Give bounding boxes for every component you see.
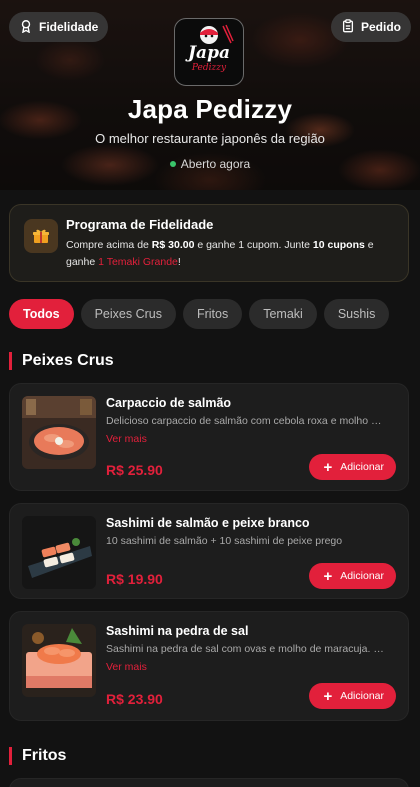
plus-icon: + <box>323 687 333 705</box>
section-title-peixes-crus: Peixes Crus <box>9 352 114 370</box>
menu-item-image <box>22 624 96 697</box>
tab-temaki[interactable]: Temaki <box>249 299 317 329</box>
add-to-cart-button[interactable]: + Adicionar <box>309 563 396 589</box>
open-status-label: Aberto agora <box>180 157 251 171</box>
open-status: Aberto agora <box>0 157 420 171</box>
order-button-label: Pedido <box>360 20 401 34</box>
add-to-cart-button[interactable]: + Adicionar <box>309 683 396 709</box>
add-button-label: Adicionar <box>340 690 384 702</box>
loyalty-coupons: 10 cupons <box>312 239 365 251</box>
menu-item-name: Sashimi de salmão e peixe branco <box>106 516 310 530</box>
add-button-label: Adicionar <box>340 461 384 473</box>
loyalty-reward: 1 Temaki Grande <box>98 256 178 268</box>
logo-text: Japa <box>188 43 230 63</box>
menu-item-name: Carpaccio de salmão <box>106 396 232 410</box>
loyalty-button-label: Fidelidade <box>39 20 99 34</box>
loyalty-description: Compre acima de R$ 30.00 e ganhe 1 cupom… <box>66 237 396 271</box>
category-tabs: Todos Peixes Crus Fritos Temaki Sushis <box>9 299 390 329</box>
loyalty-title: Programa de Fidelidade <box>66 217 214 232</box>
menu-item-card[interactable]: Sashimi de salmão e peixe branco 10 sash… <box>9 503 409 599</box>
see-more-link[interactable]: Ver mais <box>106 661 147 673</box>
tab-sushis[interactable]: Sushis <box>323 299 390 329</box>
plus-icon: + <box>323 458 333 476</box>
menu-item-image <box>22 516 96 589</box>
menu-item-card[interactable]: Sashimi na pedra de sal Sashimi na pedra… <box>9 611 409 721</box>
section-title-fritos: Fritos <box>9 747 66 765</box>
clipboard-icon <box>341 18 355 36</box>
add-to-cart-button[interactable]: + Adicionar <box>309 454 396 480</box>
award-icon <box>19 19 33 36</box>
see-more-link[interactable]: Ver mais <box>106 433 147 445</box>
order-button[interactable]: Pedido <box>330 12 411 42</box>
logo-subtext: Pedizzy <box>191 63 227 73</box>
menu-item-description: 10 sashimi de salmão + 10 sashimi de pei… <box>106 535 343 547</box>
loyalty-text-part: e ganhe 1 cupom. Junte <box>194 239 313 251</box>
status-dot-icon <box>169 160 176 167</box>
gift-icon <box>24 219 58 253</box>
menu-item-image <box>22 396 96 469</box>
loyalty-amount: R$ 30.00 <box>151 239 195 251</box>
loyalty-text-part: Compre acima de <box>66 239 152 251</box>
menu-item-description: Delicioso carpaccio de salmão com cebola… <box>106 415 386 427</box>
menu-item-price: R$ 25.90 <box>106 462 163 478</box>
tab-peixes-crus[interactable]: Peixes Crus <box>80 299 176 329</box>
menu-item-description: Sashimi na pedra de sal com ovas e molho… <box>106 643 386 655</box>
menu-item-name: Sashimi na pedra de sal <box>106 624 249 638</box>
menu-item-price: R$ 23.90 <box>106 691 163 707</box>
menu-item-card[interactable] <box>9 778 409 787</box>
tab-fritos[interactable]: Fritos <box>182 299 243 329</box>
menu-item-price: R$ 19.90 <box>106 571 163 587</box>
restaurant-name: Japa Pedizzy <box>127 94 293 124</box>
add-button-label: Adicionar <box>340 570 384 582</box>
tab-todos[interactable]: Todos <box>9 299 74 329</box>
plus-icon: + <box>323 567 333 585</box>
loyalty-text-part: ! <box>177 256 181 268</box>
loyalty-program-card: Programa de Fidelidade Compre acima de R… <box>9 204 409 282</box>
restaurant-tagline: O melhor restaurante japonês da região <box>95 131 325 146</box>
restaurant-logo: Japa Pedizzy <box>174 18 244 86</box>
menu-item-card[interactable]: Carpaccio de salmão Delicioso carpaccio … <box>9 383 409 491</box>
loyalty-button[interactable]: Fidelidade <box>9 12 109 42</box>
